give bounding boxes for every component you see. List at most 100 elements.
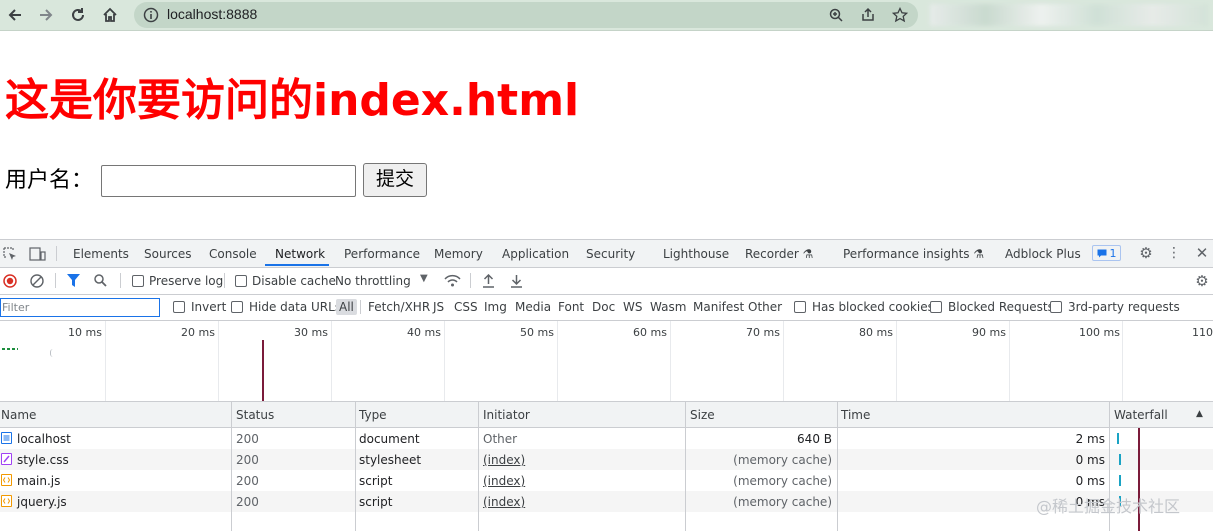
tab-lighthouse[interactable]: Lighthouse (663, 247, 729, 261)
type-filter-js[interactable]: JS (433, 300, 444, 314)
request-name[interactable]: main.js (17, 474, 60, 488)
request-status: 200 (236, 432, 259, 446)
share-icon[interactable] (860, 7, 876, 23)
forward-arrow-icon[interactable] (34, 3, 58, 27)
load-event-marker (262, 340, 264, 401)
back-arrow-icon[interactable] (3, 3, 27, 27)
timeline-overview[interactable]: 10 ms 20 ms 30 ms 40 ms 50 ms 60 ms 70 m… (0, 321, 1213, 402)
column-header-waterfall[interactable]: Waterfall (1114, 408, 1168, 422)
request-initiator-link[interactable]: (index) (483, 453, 525, 467)
overview-tick-label: 40 ms (407, 326, 441, 339)
request-name[interactable]: style.css (17, 453, 69, 467)
request-name[interactable]: jquery.js (17, 495, 67, 509)
star-icon[interactable] (892, 7, 908, 23)
tab-sources[interactable]: Sources (144, 247, 191, 261)
import-har-upload-icon[interactable] (481, 273, 496, 288)
request-type: stylesheet (359, 453, 422, 467)
preserve-log-checkbox[interactable] (132, 275, 144, 287)
disable-cache-label: Disable cache (252, 274, 336, 288)
type-filter-fetch-xhr[interactable]: Fetch/XHR (368, 300, 430, 314)
zoom-icon[interactable] (828, 7, 844, 23)
inspect-element-icon[interactable] (2, 246, 18, 262)
column-divider[interactable] (478, 401, 479, 531)
home-icon[interactable] (98, 3, 122, 27)
type-filter-other[interactable]: Other (748, 300, 782, 314)
filter-input[interactable]: Filter (0, 298, 160, 317)
type-filter-wasm[interactable]: Wasm (650, 300, 686, 314)
filter-funnel-icon[interactable] (66, 273, 81, 288)
network-settings-gear-icon[interactable]: ⚙ (1194, 272, 1210, 290)
script-icon (1, 495, 12, 507)
disable-cache-checkbox[interactable] (235, 275, 247, 287)
column-header-initiator[interactable]: Initiator (483, 408, 530, 422)
submit-button[interactable]: 提交 (363, 163, 427, 197)
type-filter-img[interactable]: Img (484, 300, 507, 314)
reload-icon[interactable] (66, 3, 90, 27)
more-vertical-icon[interactable]: ⋮ (1166, 245, 1182, 261)
type-filter-media[interactable]: Media (515, 300, 551, 314)
invert-label: Invert (191, 300, 227, 314)
settings-gear-icon[interactable]: ⚙ (1138, 244, 1154, 262)
overview-tick-label: 80 ms (859, 326, 893, 339)
column-header-size[interactable]: Size (690, 408, 715, 422)
username-input[interactable] (101, 165, 356, 197)
column-divider[interactable] (685, 401, 686, 531)
column-divider[interactable] (231, 401, 232, 531)
third-party-requests-checkbox[interactable] (1050, 301, 1062, 313)
request-initiator-link[interactable]: (index) (483, 495, 525, 509)
close-icon[interactable]: ✕ (1194, 244, 1210, 262)
request-size: 640 B (797, 432, 832, 446)
type-filter-doc[interactable]: Doc (592, 300, 615, 314)
tab-application[interactable]: Application (502, 247, 569, 261)
tab-performance[interactable]: Performance (344, 247, 420, 261)
blocked-requests-checkbox[interactable] (930, 301, 942, 313)
request-initiator-link[interactable]: (index) (483, 474, 525, 488)
url-text[interactable]: localhost:8888 (167, 6, 257, 22)
tab-adblock-plus[interactable]: Adblock Plus (1005, 247, 1081, 261)
search-icon[interactable] (93, 273, 108, 288)
tab-recorder-label: Recorder (745, 247, 799, 261)
sort-up-icon[interactable]: ▲ (1196, 409, 1203, 419)
column-header-status[interactable]: Status (236, 408, 274, 422)
tab-console[interactable]: Console (209, 247, 257, 261)
table-row[interactable]: style.css 200 stylesheet (index) (memory… (0, 449, 1213, 470)
clear-icon[interactable] (29, 273, 44, 288)
type-filter-font[interactable]: Font (558, 300, 584, 314)
export-har-download-icon[interactable] (509, 273, 524, 288)
tab-elements[interactable]: Elements (73, 247, 129, 261)
type-filter-manifest[interactable]: Manifest (693, 300, 744, 314)
request-status: 200 (236, 453, 259, 467)
tab-performance-insights[interactable]: Performance insights ⚗ (843, 247, 984, 261)
issues-badge[interactable]: 1 (1092, 245, 1121, 261)
type-filter-css[interactable]: CSS (454, 300, 478, 314)
devtools-tabbar: Elements Sources Console Network Perform… (0, 240, 1213, 268)
request-name[interactable]: localhost (17, 432, 71, 446)
device-toolbar-icon[interactable] (28, 246, 46, 262)
invert-checkbox[interactable] (173, 301, 185, 313)
column-header-type[interactable]: Type (359, 408, 387, 422)
tab-security[interactable]: Security (586, 247, 635, 261)
throttling-select[interactable]: No throttling (335, 274, 411, 288)
table-row[interactable]: main.js 200 script (index) (memory cache… (0, 470, 1213, 491)
active-tab-indicator (265, 264, 329, 266)
column-header-name[interactable]: Name (1, 408, 36, 422)
table-row[interactable]: jquery.js 200 script (index) (memory cac… (0, 491, 1213, 512)
tab-memory[interactable]: Memory (434, 247, 483, 261)
tab-recorder[interactable]: Recorder ⚗ (745, 247, 813, 261)
record-stop-icon[interactable] (2, 273, 17, 288)
waterfall-bar (1119, 454, 1121, 465)
address-bar[interactable]: localhost:8888 (134, 2, 918, 28)
table-row[interactable]: localhost 200 document Other 640 B 2 ms (0, 428, 1213, 449)
request-table-header: Name Status Type Initiator Size Time Wat… (0, 402, 1213, 428)
chevron-down-icon[interactable]: ▼ (420, 273, 428, 284)
column-divider[interactable] (355, 401, 356, 531)
type-filter-all[interactable]: All (336, 299, 357, 315)
hide-data-urls-checkbox[interactable] (231, 301, 243, 313)
tab-network[interactable]: Network (275, 247, 325, 261)
column-divider[interactable] (837, 401, 838, 531)
network-conditions-wifi-icon[interactable] (443, 273, 461, 288)
type-filter-ws[interactable]: WS (623, 300, 642, 314)
column-header-time[interactable]: Time (841, 408, 870, 422)
has-blocked-cookies-checkbox[interactable] (794, 301, 806, 313)
info-icon[interactable] (143, 7, 159, 23)
